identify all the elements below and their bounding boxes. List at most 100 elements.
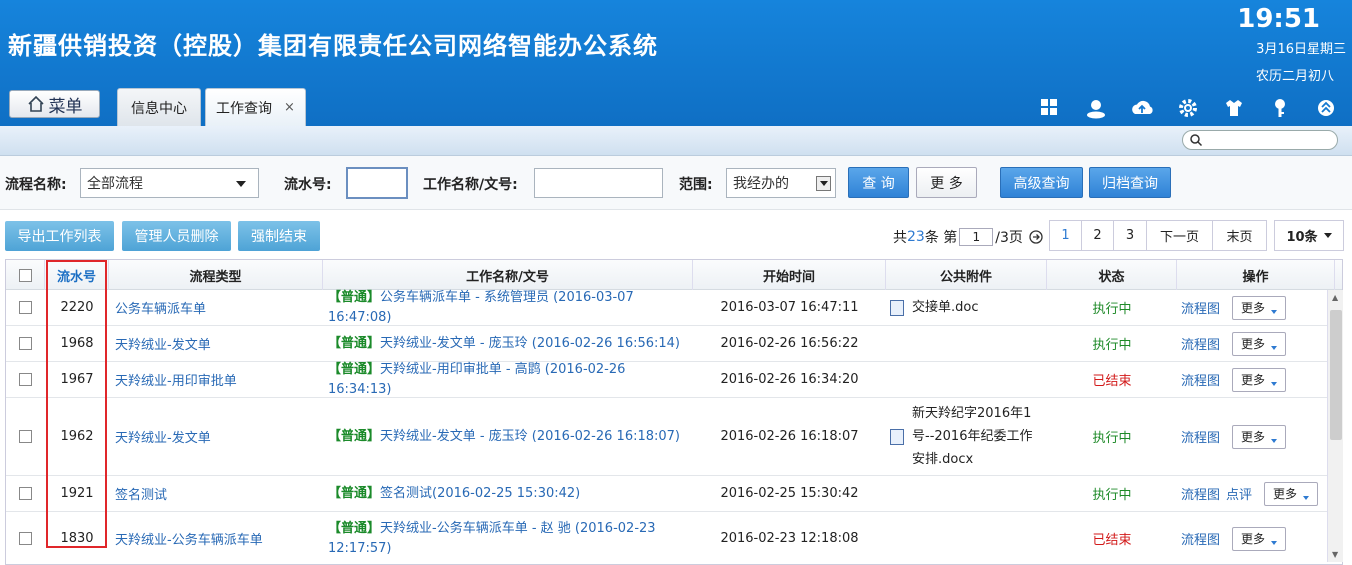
attachment-link[interactable]: 交接单.doc [912,296,979,319]
start-time: 2016-02-26 16:56:22 [720,336,859,351]
user-icon[interactable] [1082,94,1110,122]
more-button[interactable]: 更多 [1232,526,1287,551]
table-row[interactable]: 1830 天羚绒业-公务车辆派车单 【普通】天羚绒业-公务车辆派车单 - 赵 驰… [6,512,1331,564]
page-1-button[interactable]: 1 [1049,220,1082,251]
go-icon[interactable] [1029,230,1043,244]
page-number-input[interactable]: 1 [959,228,994,246]
column-header[interactable]: 状态 [1047,260,1177,290]
more-button[interactable]: 更多 [1232,424,1287,449]
page-2-button[interactable]: 2 [1081,220,1114,251]
column-header[interactable]: 操作 [1177,260,1335,290]
scrollbar[interactable]: ▲ ▼ [1327,290,1343,562]
serial-input[interactable] [346,167,408,199]
work-title-link[interactable]: 【普通】公务车辆派车单 - 系统管理员 (2016-03-07 16:47:08… [328,290,690,325]
more-button[interactable]: 更多 [1232,331,1287,356]
flow-type-link[interactable]: 天羚绒业-发文单 [115,326,323,361]
attachment-cell: 交接单.doc [890,290,1044,325]
row-checkbox[interactable] [19,301,32,314]
attachment-link[interactable]: 新天羚纪字2016年1号--2016年纪委工作安排.docx [912,402,1044,471]
status-badge: 执行中 [1092,338,1132,353]
chevron-down-icon [1271,381,1278,386]
work-title-link[interactable]: 【普通】天羚绒业-发文单 - 庞玉玲 (2016-02-26 16:18:07) [328,398,690,475]
chevron-down-icon [1271,309,1278,314]
work-name-input[interactable] [534,168,663,198]
serial-number: 1962 [60,429,94,444]
force-end-button[interactable]: 强制结束 [238,221,320,251]
export-work-list-button[interactable]: 导出工作列表 [5,221,114,251]
collapse-icon[interactable] [1312,94,1340,122]
flow-type-link[interactable]: 公务车辆派车单 [115,290,323,325]
work-title-link[interactable]: 【普通】天羚绒业-发文单 - 庞玉玲 (2016-02-26 16:56:14) [328,326,690,361]
status-badge: 已结束 [1092,533,1132,548]
more-button[interactable]: 更多 [1232,367,1287,392]
search-input[interactable] [1182,130,1338,150]
work-title-link[interactable]: 【普通】签名测试(2016-02-25 15:30:42) [328,476,690,511]
row-actions: 流程图 更多 [1181,512,1331,564]
column-header[interactable]: 公共附件 [886,260,1047,290]
scope-value: 我经办的 [733,176,789,192]
query-button[interactable]: 查 询 [848,167,909,198]
gear-icon[interactable] [1174,94,1202,122]
flow-name-select[interactable]: 全部流程 [80,168,259,198]
column-header[interactable]: 流水号 [45,260,109,290]
flowchart-link[interactable]: 流程图 [1181,334,1220,353]
apps-icon[interactable] [1036,94,1064,122]
column-header[interactable]: 开始时间 [693,260,886,290]
scrollbar-thumb[interactable] [1330,310,1342,440]
row-checkbox[interactable] [19,487,32,500]
flowchart-link[interactable]: 流程图 [1181,427,1220,446]
last-page-button[interactable]: 末页 [1212,220,1267,251]
doc-file-icon [890,428,904,445]
serial-number: 1921 [60,486,94,501]
flow-type-link[interactable]: 天羚绒业-公务车辆派车单 [115,512,323,564]
serial-number: 1968 [60,336,94,351]
scope-select[interactable]: 我经办的 [726,168,836,198]
page-3-button[interactable]: 3 [1113,220,1147,251]
table-row[interactable]: 1967 天羚绒业-用印审批单 【普通】天羚绒业-用印审批单 - 高鹍 (201… [6,362,1330,398]
close-icon[interactable]: × [284,100,295,115]
work-name-label: 工作名称/文号: [423,177,518,193]
table-row[interactable]: 1962 天羚绒业-发文单 【普通】天羚绒业-发文单 - 庞玉玲 (2016-0… [6,398,1330,476]
flow-type-link[interactable]: 签名测试 [115,476,323,511]
archive-query-button[interactable]: 归档查询 [1089,167,1171,198]
column-header[interactable]: 工作名称/文号 [323,260,693,290]
more-filter-button[interactable]: 更 多 [916,167,977,198]
tab-info-center[interactable]: 信息中心 [117,88,201,126]
comment-link[interactable]: 点评 [1226,484,1252,503]
work-title-link[interactable]: 【普通】天羚绒业-用印审批单 - 高鹍 (2016-02-26 16:34:13… [328,362,690,397]
column-header[interactable]: 流程类型 [109,260,323,290]
flowchart-link[interactable]: 流程图 [1181,370,1220,389]
select-all-checkbox[interactable] [18,268,32,282]
row-actions: 流程图 点评 更多 [1181,476,1331,511]
table-row[interactable]: 1968 天羚绒业-发文单 【普通】天羚绒业-发文单 - 庞玉玲 (2016-0… [6,326,1330,362]
work-title-link[interactable]: 【普通】天羚绒业-公务车辆派车单 - 赵 驰 (2016-02-23 12:17… [328,512,690,564]
row-checkbox[interactable] [19,532,32,545]
next-page-button[interactable]: 下一页 [1146,220,1213,251]
flow-type-link[interactable]: 天羚绒业-发文单 [115,398,323,475]
flowchart-link[interactable]: 流程图 [1181,298,1220,317]
cloud-upload-icon[interactable] [1128,94,1156,122]
key-icon[interactable] [1266,94,1294,122]
flow-type-link[interactable]: 天羚绒业-用印审批单 [115,362,323,397]
scroll-up-icon[interactable]: ▲ [1332,293,1338,302]
row-checkbox[interactable] [19,337,32,350]
table-row[interactable]: 1921 签名测试 【普通】签名测试(2016-02-25 15:30:42) … [6,476,1330,512]
shirt-icon[interactable] [1220,94,1248,122]
menu-button[interactable]: 菜单 [9,90,100,118]
more-button[interactable]: 更多 [1232,295,1287,320]
table-row[interactable]: 2220 公务车辆派车单 【普通】公务车辆派车单 - 系统管理员 (2016-0… [6,290,1330,326]
flowchart-link[interactable]: 流程图 [1181,529,1220,548]
page-size-select[interactable]: 10条 [1274,220,1344,251]
advanced-query-button[interactable]: 高级查询 [1000,167,1083,198]
clock: 19:51 [1237,4,1320,34]
more-button[interactable]: 更多 [1264,481,1319,506]
priority-badge: 【普通】 [328,485,381,501]
scroll-down-icon[interactable]: ▼ [1332,550,1338,559]
row-checkbox[interactable] [19,373,32,386]
row-checkbox[interactable] [19,430,32,443]
flowchart-link[interactable]: 流程图 [1181,484,1220,503]
tab-work-query[interactable]: 工作查询 × [205,88,306,126]
admin-delete-button[interactable]: 管理人员删除 [122,221,231,251]
attachment-cell [890,326,1044,361]
lunar-date-text: 农历二月初八 [1255,69,1334,84]
